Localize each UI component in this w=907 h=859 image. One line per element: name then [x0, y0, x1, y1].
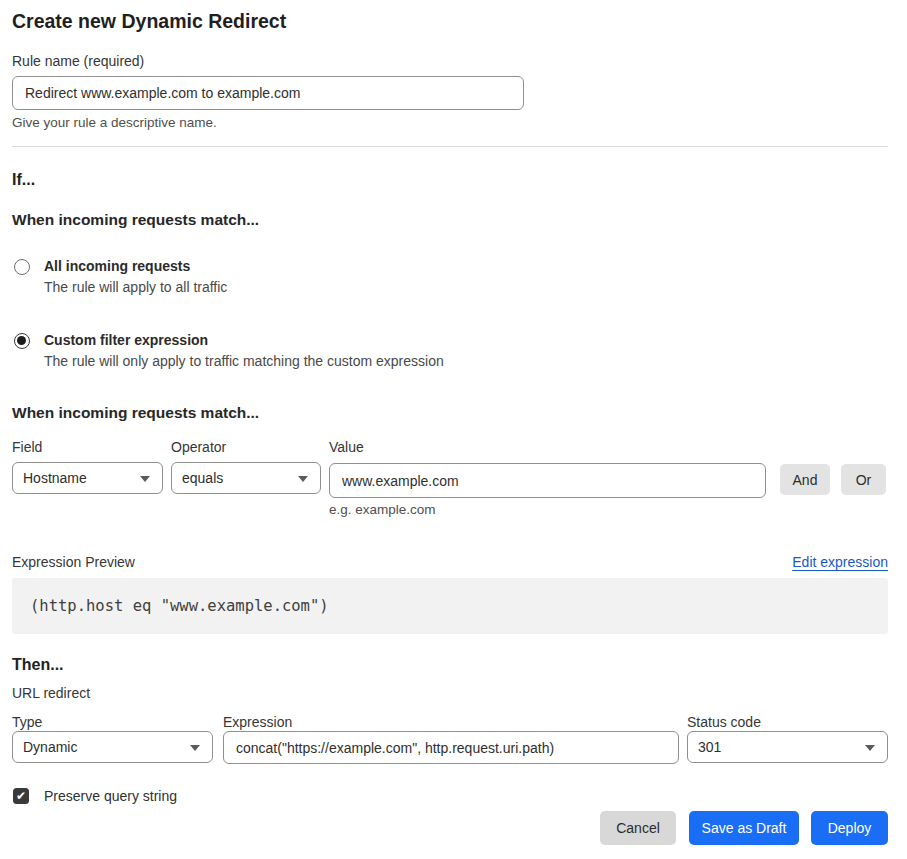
radio-label: All incoming requests — [44, 258, 227, 275]
create-redirect-form: Create new Dynamic Redirect Rule name (r… — [0, 0, 907, 845]
rule-name-help: Give your rule a descriptive name. — [12, 115, 888, 131]
rule-name-label: Rule name (required) — [12, 53, 888, 70]
deploy-button[interactable]: Deploy — [811, 811, 888, 845]
radio-option-custom-filter[interactable]: Custom filter expression The rule will o… — [12, 332, 888, 370]
operator-select-value: equals — [182, 470, 223, 486]
type-select-value: Dynamic — [23, 739, 77, 755]
match-heading: When incoming requests match... — [12, 211, 888, 229]
radio-button-checked[interactable] — [14, 333, 30, 349]
radio-option-all-requests[interactable]: All incoming requests The rule will appl… — [12, 258, 888, 296]
cancel-button[interactable]: Cancel — [600, 811, 676, 845]
expression-preview-code: (http.host eq "www.example.com") — [30, 597, 329, 615]
field-select[interactable]: Hostname — [12, 462, 163, 494]
radio-description: The rule will apply to all traffic — [44, 279, 227, 296]
expression-label: Expression — [223, 714, 687, 731]
then-section-heading: Then... — [12, 655, 888, 675]
page-title: Create new Dynamic Redirect — [12, 10, 888, 33]
value-label: Value — [329, 439, 364, 456]
value-help: e.g. example.com — [329, 502, 888, 518]
edit-expression-link[interactable]: Edit expression — [792, 554, 888, 570]
status-code-label: Status code — [687, 714, 761, 731]
url-redirect-label: URL redirect — [12, 685, 888, 702]
value-input[interactable] — [329, 463, 766, 498]
chevron-down-icon — [140, 476, 150, 482]
expression-preview-box: (http.host eq "www.example.com") — [12, 578, 888, 634]
and-button[interactable]: And — [780, 464, 830, 495]
rule-name-input[interactable] — [12, 76, 524, 110]
if-section-heading: If... — [12, 170, 888, 190]
radio-button-unchecked[interactable] — [14, 259, 30, 275]
section-divider — [12, 146, 888, 147]
chevron-down-icon — [190, 745, 200, 751]
type-select[interactable]: Dynamic — [12, 731, 213, 763]
radio-label: Custom filter expression — [44, 332, 444, 349]
field-select-value: Hostname — [23, 470, 87, 486]
field-label: Field — [12, 439, 171, 456]
checkbox-checked[interactable]: ✔ — [13, 788, 29, 804]
status-code-value: 301 — [698, 739, 721, 755]
expression-preview-label: Expression Preview — [12, 554, 135, 571]
save-as-draft-button[interactable]: Save as Draft — [689, 811, 799, 845]
operator-label: Operator — [171, 439, 329, 456]
status-code-select[interactable]: 301 — [687, 731, 888, 763]
operator-select[interactable]: equals — [171, 462, 321, 494]
or-button[interactable]: Or — [841, 464, 886, 495]
chevron-down-icon — [865, 745, 875, 751]
radio-description: The rule will only apply to traffic matc… — [44, 353, 444, 370]
checkbox-label: Preserve query string — [44, 788, 177, 804]
redirect-expression-input[interactable] — [223, 731, 679, 764]
type-label: Type — [12, 714, 223, 731]
preserve-query-string-option[interactable]: ✔ Preserve query string — [12, 788, 888, 804]
chevron-down-icon — [298, 476, 308, 482]
builder-heading: When incoming requests match... — [12, 404, 888, 422]
